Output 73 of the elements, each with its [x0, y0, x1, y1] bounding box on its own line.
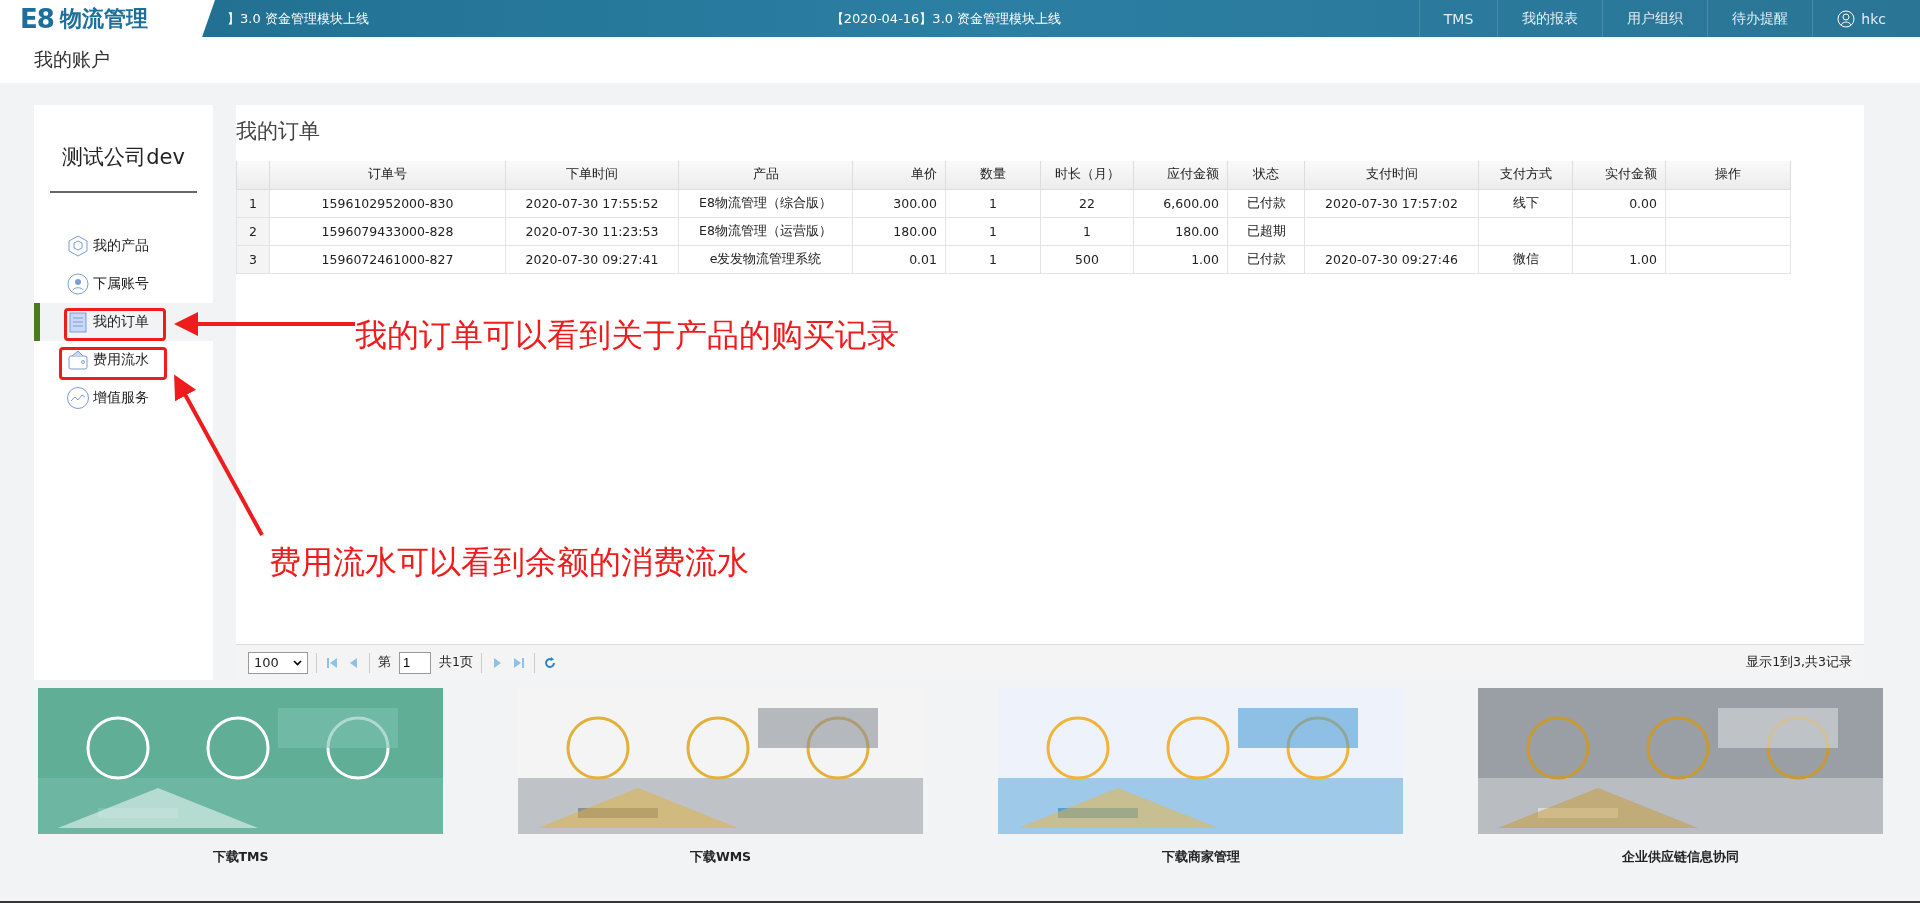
logo[interactable]: E8 物流管理 — [0, 0, 215, 37]
user-icon — [1837, 9, 1856, 28]
trend-icon — [66, 386, 90, 410]
table-cell: 1596079433000-828 — [269, 217, 506, 245]
column-header: 订单号 — [269, 161, 506, 189]
table-cell: 1 — [945, 245, 1041, 273]
page-size-select[interactable]: 100 — [248, 651, 308, 674]
table-cell: e发发物流管理系统 — [678, 245, 853, 273]
first-page-icon[interactable] — [325, 655, 339, 670]
row-number: 1 — [236, 189, 270, 217]
column-header: 下单时间 — [505, 161, 679, 189]
table-cell: 180.00 — [1133, 217, 1228, 245]
table-cell: 2020-07-30 17:57:02 — [1304, 189, 1479, 217]
table-cell: 22 — [1040, 189, 1134, 217]
table-cell: 1.00 — [1572, 245, 1666, 273]
table-cell: 6,600.00 — [1133, 189, 1228, 217]
page-title: 我的账户 — [34, 47, 110, 72]
table-cell: 2020-07-30 09:27:46 — [1304, 245, 1479, 273]
table-cell: 1 — [945, 217, 1041, 245]
column-header: 支付时间 — [1304, 161, 1479, 189]
column-header: 实付金额 — [1572, 161, 1666, 189]
table-cell: 1 — [945, 189, 1041, 217]
table-cell: 1596102952000-830 — [269, 189, 506, 217]
table-cell: 300.00 — [852, 189, 946, 217]
header-cell — [236, 161, 270, 189]
last-page-icon[interactable] — [511, 655, 526, 670]
table-cell: 0.01 — [852, 245, 946, 273]
column-header: 时长（月） — [1040, 161, 1134, 189]
row-number: 2 — [236, 217, 270, 245]
company-name: 测试公司dev — [62, 145, 185, 169]
table-cell: 已付款 — [1227, 189, 1305, 217]
table-cell: E8物流管理（运营版） — [678, 217, 853, 245]
column-header: 数量 — [945, 161, 1041, 189]
table-cell: 2020-07-30 17:55:52 — [505, 189, 679, 217]
column-header: 操作 — [1665, 161, 1791, 189]
table-cell: E8物流管理（综合版） — [678, 189, 853, 217]
download-link[interactable]: 下载商家管理 — [1161, 834, 1240, 866]
table-cell: 500 — [1040, 245, 1134, 273]
row-number: 3 — [236, 245, 270, 273]
refresh-icon[interactable] — [542, 655, 557, 670]
news-ticker: 【2020-04-16】3.0 资金管理模块上线 — [830, 9, 1062, 28]
news-ticker: 】3.0 资金管理模块上线 — [227, 9, 369, 28]
table-cell: 0.00 — [1572, 189, 1666, 217]
column-header: 产品 — [678, 161, 853, 189]
table-cell: 1.00 — [1133, 245, 1228, 273]
user-icon — [66, 272, 90, 296]
column-header: 单价 — [852, 161, 946, 189]
table-cell: 已付款 — [1227, 245, 1305, 273]
annotation-text: 我的订单可以看到关于产品的购买记录 — [355, 315, 899, 356]
table-cell: 已超期 — [1227, 217, 1305, 245]
table-cell: 线下 — [1478, 189, 1573, 217]
page-input[interactable]: 1 — [399, 651, 431, 674]
column-header: 支付方式 — [1478, 161, 1573, 189]
download-link[interactable]: 企业供应链信息协同 — [1622, 834, 1739, 866]
download-link[interactable]: 下载TMS — [212, 834, 269, 866]
page-count: 共1页 — [439, 654, 473, 671]
caret-icon — [293, 659, 302, 666]
document-icon — [66, 310, 90, 334]
table-cell: 180.00 — [852, 217, 946, 245]
page-label: 第 — [378, 654, 391, 671]
download-link[interactable]: 下载WMS — [689, 834, 752, 866]
column-header: 应付金额 — [1133, 161, 1228, 189]
column-header: 状态 — [1227, 161, 1305, 189]
annotation-text: 费用流水可以看到余额的消费流水 — [269, 542, 749, 583]
wallet-icon — [66, 348, 90, 372]
record-summary: 显示1到3,共3记录 — [1746, 654, 1852, 671]
table-cell: 2020-07-30 11:23:53 — [505, 217, 679, 245]
table-cell: 1596072461000-827 — [269, 245, 506, 273]
table-cell: 微信 — [1478, 245, 1573, 273]
table-cell: 2020-07-30 09:27:41 — [505, 245, 679, 273]
table-cell: 1 — [1040, 217, 1134, 245]
cube-icon — [66, 234, 90, 258]
section-title: 我的订单 — [236, 119, 320, 143]
